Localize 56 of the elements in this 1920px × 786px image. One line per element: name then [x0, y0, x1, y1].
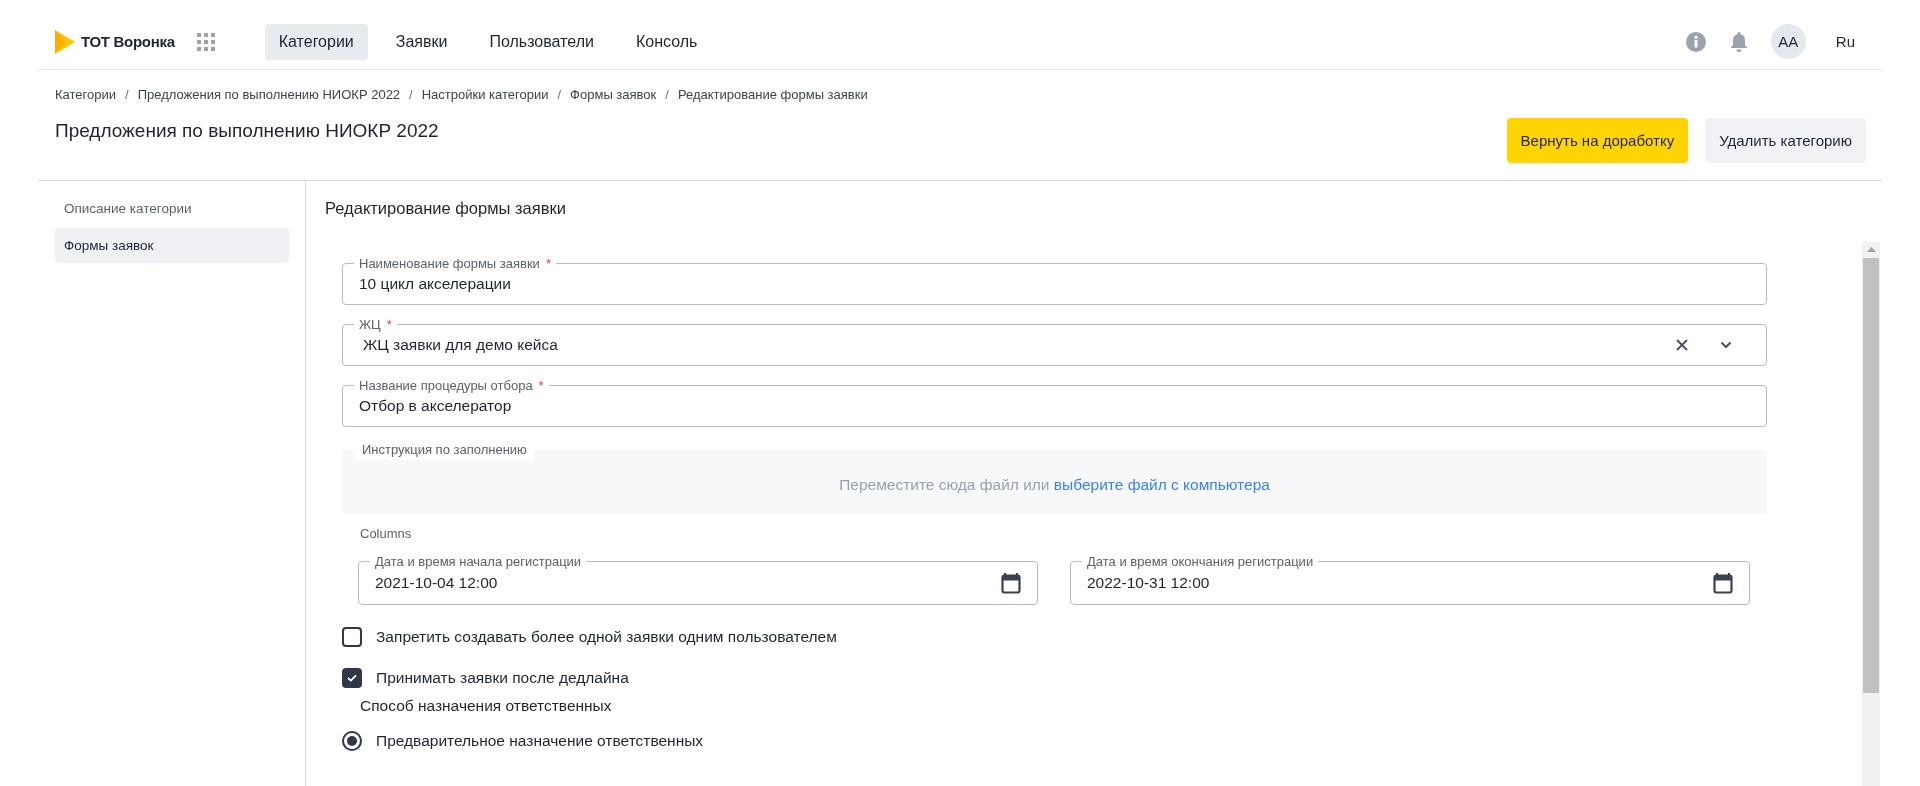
checkbox[interactable]	[342, 627, 362, 647]
return-button[interactable]: Вернуть на доработку	[1506, 118, 1689, 163]
checkbox-label: Принимать заявки после дедлайна	[376, 669, 629, 687]
field-value: 2021-10-04 12:00	[375, 574, 499, 592]
bell-icon[interactable]	[1728, 30, 1749, 53]
date-field[interactable]: Дата и время начала регистрации 2021-10-04 12:00	[358, 555, 1038, 605]
close-icon[interactable]	[1676, 339, 1688, 351]
breadcrumb-link[interactable]: Формы заявок	[570, 87, 657, 102]
field-label: Наименование формы заявки *	[358, 257, 552, 270]
breadcrumb-separator: /	[557, 87, 562, 102]
delete-button[interactable]: Удалить категорию	[1705, 118, 1866, 163]
sidebar-item[interactable]: Формы заявок	[55, 228, 289, 263]
apps-grid-icon[interactable]	[196, 32, 215, 51]
breadcrumb-link[interactable]: Категории	[55, 87, 116, 102]
user-avatar[interactable]: AA	[1770, 24, 1806, 59]
radio-button[interactable]	[342, 731, 362, 751]
page-title: Предложения по выполнению НИОКР 2022	[55, 120, 440, 142]
breadcrumb-link[interactable]: Настройки категории	[421, 87, 549, 102]
nav-tab[interactable]: Пользователи	[475, 23, 608, 60]
checkbox-label: Запретить создавать более одной заявки одним пользователем	[376, 628, 837, 646]
nav-tab[interactable]: Консоль	[621, 23, 712, 60]
sidebar-item[interactable]: Описание категории	[55, 191, 289, 226]
field-label: Название процедуры отбора *	[358, 379, 545, 392]
date-field[interactable]: Дата и время окончания регистрации 2022-10-31 12:00	[1070, 555, 1750, 605]
radio-label: Предварительное назначение ответственных	[376, 732, 704, 750]
nav-tab[interactable]: Категории	[264, 23, 368, 60]
select-field[interactable]: ЖЦ * ЖЦ заявки для демо кейса	[342, 318, 1767, 366]
file-link[interactable]: выберите файл с компьютера	[1053, 476, 1270, 493]
field-label: Дата и время окончания регистрации	[1086, 555, 1315, 568]
language-button[interactable]: Ru	[1835, 33, 1855, 50]
breadcrumb-link[interactable]: Редактирование формы заявки	[677, 87, 868, 102]
chevron-down-icon[interactable]	[1720, 341, 1732, 349]
info-icon[interactable]	[1684, 30, 1707, 53]
columns-label: Columns	[360, 526, 413, 541]
field-value: ЖЦ заявки для демо кейса	[362, 336, 559, 354]
group-label: Способ назначения ответственных	[360, 697, 613, 715]
check-icon	[347, 674, 357, 682]
breadcrumb-link[interactable]: Предложения по выполнению НИОКР 2022	[137, 87, 401, 102]
logo-text[interactable]: ТОТ Воронка	[81, 33, 175, 50]
text-field[interactable]: Название процедуры отбора * Отбор в акселератор	[342, 379, 1767, 427]
drop-instruction: Переместите сюда файл или выберите файл с компьютера	[839, 476, 1270, 494]
field-label: ЖЦ *	[358, 318, 393, 331]
field-label: Дата и время начала регистрации	[374, 555, 583, 568]
breadcrumb-separator: /	[409, 87, 413, 102]
calendar-icon[interactable]	[1713, 572, 1733, 594]
field-value: 2022-10-31 12:00	[1087, 574, 1211, 592]
checkbox[interactable]	[342, 668, 362, 688]
breadcrumb-separator: /	[125, 87, 129, 102]
calendar-icon[interactable]	[1001, 572, 1021, 594]
nav-tab[interactable]: Заявки	[381, 23, 462, 60]
section-title: Редактирование формы заявки	[325, 199, 567, 218]
field-value: 10 цикл акселерации	[359, 275, 512, 293]
field-value: Отбор в акселератор	[359, 397, 513, 415]
breadcrumb-separator: /	[665, 87, 669, 102]
scrollbar[interactable]	[1862, 242, 1880, 786]
text-field[interactable]: Наименование формы заявки * 10 цикл акселерации	[342, 257, 1767, 305]
